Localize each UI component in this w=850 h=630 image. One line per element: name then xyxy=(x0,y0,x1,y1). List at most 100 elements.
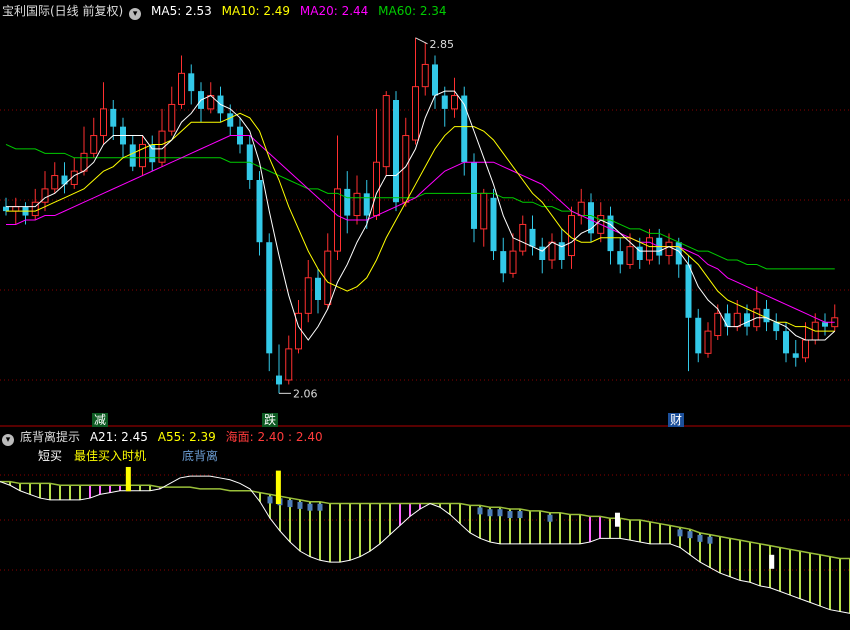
candle-down xyxy=(393,100,399,203)
candle-up xyxy=(80,152,88,172)
ma5-line xyxy=(6,90,836,341)
candle-up xyxy=(100,108,107,137)
candle-up xyxy=(12,206,20,212)
legend-bottom-divergence: 底背离 xyxy=(182,449,219,463)
chevron-down-icon[interactable]: ▾ xyxy=(2,434,14,446)
candle-up xyxy=(324,250,332,305)
event-tag-reduce[interactable]: 减 xyxy=(92,413,109,427)
candle-down xyxy=(129,144,136,167)
candle-down xyxy=(110,108,117,127)
short-buy-signal xyxy=(614,512,620,527)
ma10-label: MA10: 2.49 xyxy=(221,4,291,18)
candle-down xyxy=(3,206,9,212)
candle-down xyxy=(490,197,497,252)
candle-up xyxy=(577,201,585,217)
divergence-marker xyxy=(697,534,703,542)
candle-up xyxy=(714,312,722,337)
candle-down xyxy=(822,322,828,327)
candle-up xyxy=(548,241,556,261)
candle-down xyxy=(763,308,770,323)
divergence-marker xyxy=(707,536,713,544)
candle-up xyxy=(353,192,361,217)
candle-up xyxy=(802,339,809,359)
low-annotation: 2.06 xyxy=(293,387,318,400)
best-buy-signal xyxy=(275,470,281,505)
candle-up xyxy=(178,72,185,105)
candle-down xyxy=(695,317,702,354)
candle-up xyxy=(519,223,527,252)
candle-down xyxy=(529,228,536,247)
candle-down xyxy=(344,188,351,216)
candle-down xyxy=(558,242,565,260)
candle-down xyxy=(256,180,263,243)
divergence-marker xyxy=(287,500,293,508)
candle-down xyxy=(724,313,731,327)
candle-up xyxy=(480,192,488,230)
best-buy-signal xyxy=(125,466,131,492)
candle-down xyxy=(783,331,789,354)
a55-label: A55: 2.39 xyxy=(157,430,216,444)
candle-down xyxy=(744,313,750,327)
candle-down xyxy=(276,375,282,385)
candle-up xyxy=(304,277,312,314)
ma60-label: MA60: 2.34 xyxy=(378,4,447,18)
candle-down xyxy=(266,242,273,354)
main-chart-header: 宝利国际(日线 前复权) ▾ MA5: 2.53 MA10: 2.49 MA20:… xyxy=(2,2,453,20)
candle-down xyxy=(432,64,438,96)
candle-up xyxy=(704,330,712,354)
divergence-marker xyxy=(307,503,313,511)
a21-label: A21: 2.45 xyxy=(89,430,148,444)
candle-up xyxy=(646,237,653,261)
ma5-label: MA5: 2.53 xyxy=(151,4,212,18)
stock-title: 宝利国际(日线 前复权) xyxy=(2,4,124,18)
candle-down xyxy=(500,251,507,274)
candle-up xyxy=(51,175,59,190)
divergence-marker xyxy=(477,507,483,515)
legend-best-buy: 最佳买入时机 xyxy=(74,449,147,463)
divergence-marker xyxy=(677,529,683,537)
candle-up xyxy=(733,312,741,328)
candle-down xyxy=(188,73,195,92)
candle-up xyxy=(90,135,98,154)
candle-up xyxy=(285,348,293,381)
candle-up xyxy=(509,250,517,274)
candle-up xyxy=(665,241,673,257)
indicator-header: ▾ 底背离提示 A21: 2.45 A55: 2.39 海面: 2.40 : 2.… xyxy=(2,428,329,446)
candle-down xyxy=(617,251,624,265)
event-tag-drop[interactable]: 跌 xyxy=(262,413,279,427)
candle-up xyxy=(421,63,429,88)
divergence-marker xyxy=(487,509,493,517)
candle-down xyxy=(441,95,448,109)
candle-up xyxy=(451,95,458,110)
ma20-label: MA20: 2.44 xyxy=(299,4,369,18)
candle-down xyxy=(471,162,477,229)
divergence-marker xyxy=(547,514,553,522)
candle-up xyxy=(334,188,341,252)
divergence-marker xyxy=(267,496,273,504)
candle-up xyxy=(626,246,634,265)
divergence-marker xyxy=(317,503,323,511)
divergence-marker xyxy=(297,501,303,509)
high-annotation-leader xyxy=(415,37,428,45)
divergence-marker xyxy=(517,511,523,519)
candle-down xyxy=(685,264,692,318)
high-annotation: 2.85 xyxy=(430,38,455,51)
candle-up xyxy=(382,95,390,168)
divergence-marker xyxy=(507,511,513,519)
candle-up xyxy=(412,86,419,141)
osc-line xyxy=(0,475,850,614)
stock-chart: 2.85 2.06 xyxy=(0,37,850,614)
candle-up xyxy=(168,103,176,132)
candle-down xyxy=(363,193,370,216)
candle-down xyxy=(315,277,321,300)
divergence-marker xyxy=(497,509,503,517)
event-tag-finance[interactable]: 财 xyxy=(668,413,685,427)
haimian-label: 海面: 2.40 : 2.40 xyxy=(225,430,323,444)
chevron-down-icon[interactable]: ▾ xyxy=(129,8,142,20)
candle-down xyxy=(149,144,156,163)
indicator-title: 底背离提示 xyxy=(20,430,81,444)
osc-envelope xyxy=(0,480,850,560)
legend-short-buy: 短买 xyxy=(38,449,63,463)
short-buy-signal xyxy=(769,554,775,569)
candle-down xyxy=(227,113,234,127)
